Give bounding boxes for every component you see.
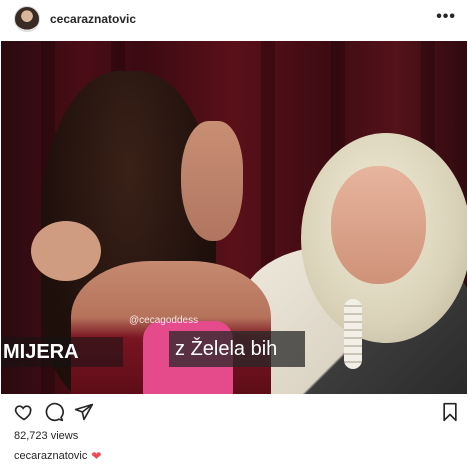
post-caption: cecaraznatovic ❤ — [14, 449, 101, 463]
video-subtitle: z Želela bih — [169, 331, 305, 367]
avatar[interactable] — [14, 6, 40, 32]
action-bar — [0, 398, 468, 426]
video-watermark: @cecagoddess — [129, 315, 199, 326]
bookmark-icon[interactable] — [440, 402, 460, 422]
share-icon[interactable] — [74, 402, 94, 422]
pearl-necklace — [344, 299, 362, 369]
left-person-face — [181, 121, 243, 241]
arm — [31, 221, 101, 281]
post-header: cecaraznatovic ••• — [0, 0, 468, 38]
video-media[interactable]: @cecagoddess MIJERA z Želela bih — [1, 41, 467, 394]
subtitle-prefix: z — [175, 338, 185, 360]
heart-icon[interactable] — [14, 402, 34, 422]
caption-username[interactable]: cecaraznatovic — [14, 450, 87, 462]
more-options-icon[interactable]: ••• — [436, 8, 456, 26]
lower-third-text: MIJERA — [1, 337, 123, 367]
heart-emoji: ❤ — [91, 449, 102, 463]
right-person-face — [331, 166, 426, 284]
instagram-post: cecaraznatovic ••• @cecagoddess MIJERA z… — [0, 0, 468, 465]
username[interactable]: cecaraznatovic — [50, 12, 136, 26]
subtitle-text: Želela bih — [190, 338, 278, 360]
view-count[interactable]: 82,723 views — [14, 430, 78, 442]
comment-icon[interactable] — [44, 402, 64, 422]
